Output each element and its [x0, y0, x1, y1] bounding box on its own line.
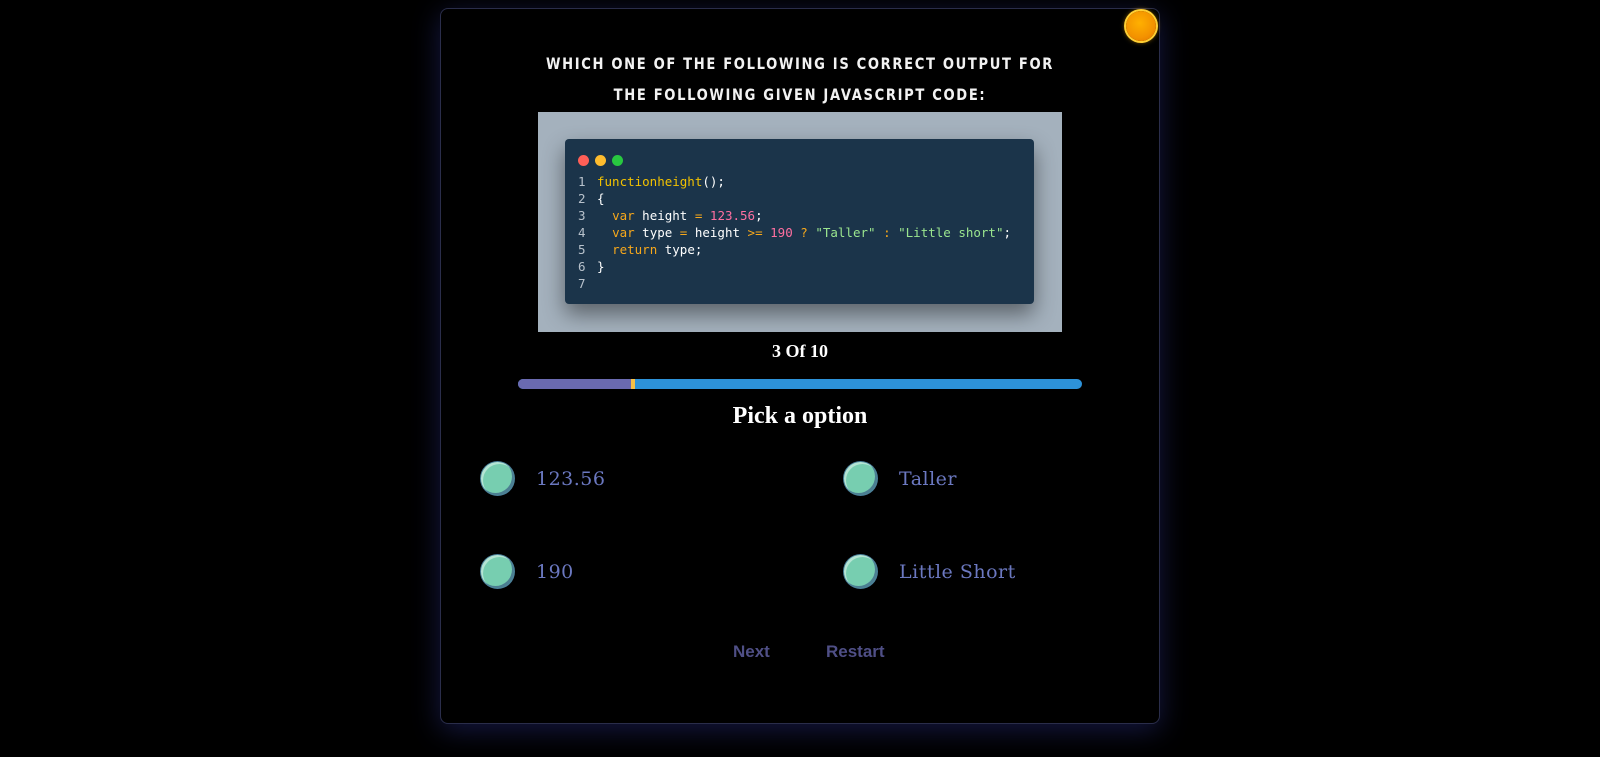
sun-icon[interactable]: [1126, 11, 1156, 41]
code-line: functionheight();: [597, 174, 725, 189]
radio-icon[interactable]: [481, 462, 514, 495]
option-1[interactable]: 123.56: [481, 462, 605, 495]
question-counter: 3 Of 10: [772, 341, 828, 361]
code-block: 1 functionheight(); 2 { 3 var height = 123…: [578, 173, 1011, 292]
radio-icon[interactable]: [844, 462, 877, 495]
code-line: }: [597, 259, 605, 274]
progress-fill: [518, 379, 631, 389]
option-2[interactable]: Taller: [844, 462, 957, 495]
line-number: 7: [578, 276, 586, 291]
code-window: 1 functionheight(); 2 { 3 var height = 123…: [565, 139, 1034, 304]
minimize-dot-icon: [595, 155, 606, 166]
line-number: 2: [578, 191, 586, 206]
option-label: Taller: [899, 467, 958, 490]
line-number: 5: [578, 242, 586, 257]
option-label: Little Short: [899, 560, 1016, 583]
restart-button[interactable]: Restart: [826, 642, 885, 662]
line-number: 4: [578, 225, 586, 240]
radio-icon[interactable]: [481, 555, 514, 588]
line-number: 3: [578, 208, 586, 223]
progress-bar: [518, 379, 1082, 389]
option-4[interactable]: Little Short: [844, 555, 1016, 588]
maximize-dot-icon: [612, 155, 623, 166]
code-line: {: [597, 191, 605, 206]
code-line: var height = 123.56;: [612, 208, 763, 223]
option-3[interactable]: 190: [481, 555, 574, 588]
progress-marker: [631, 379, 635, 389]
question-title: WHICH ONE OF THE FOLLOWING IS CORRECT OU…: [546, 54, 1054, 104]
line-number: 6: [578, 259, 586, 274]
radio-icon[interactable]: [844, 555, 877, 588]
code-line: var type = height >= 190 ? "Taller" : "L…: [612, 225, 1012, 240]
next-button[interactable]: Next: [733, 642, 770, 662]
window-controls: [578, 153, 629, 171]
line-number: 1: [578, 174, 586, 189]
close-dot-icon: [578, 155, 589, 166]
code-image: 1 functionheight(); 2 { 3 var height = 123…: [538, 112, 1062, 332]
code-line: return type;: [612, 242, 703, 257]
option-label: 123.56: [536, 467, 606, 490]
option-label: 190: [536, 560, 574, 583]
pick-title: Pick a option: [732, 403, 868, 429]
